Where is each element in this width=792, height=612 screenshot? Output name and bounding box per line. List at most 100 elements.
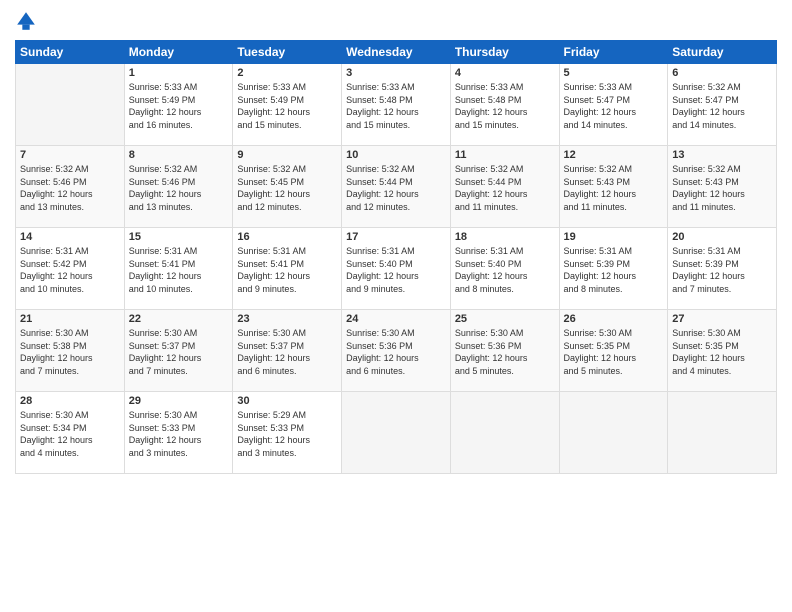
day-number: 21 [20, 313, 120, 325]
day-number: 26 [564, 313, 664, 325]
day-number: 20 [672, 231, 772, 243]
day-info: Sunrise: 5:30 AM Sunset: 5:35 PM Dayligh… [564, 327, 664, 377]
calendar-cell: 5 Sunrise: 5:33 AM Sunset: 5:47 PM Daylig… [559, 64, 668, 146]
day-number: 4 [455, 67, 555, 79]
day-number: 28 [20, 395, 120, 407]
day-number: 3 [346, 67, 446, 79]
calendar-cell: 24 Sunrise: 5:30 AM Sunset: 5:36 PM Dayli… [342, 310, 451, 392]
day-number: 19 [564, 231, 664, 243]
day-info: Sunrise: 5:31 AM Sunset: 5:40 PM Dayligh… [346, 245, 446, 295]
week-row-1: 1 Sunrise: 5:33 AM Sunset: 5:49 PM Daylig… [16, 64, 777, 146]
day-number: 10 [346, 149, 446, 161]
calendar-cell: 20 Sunrise: 5:31 AM Sunset: 5:39 PM Dayli… [668, 228, 777, 310]
day-number: 2 [237, 67, 337, 79]
calendar-cell: 27 Sunrise: 5:30 AM Sunset: 5:35 PM Dayli… [668, 310, 777, 392]
calendar-table: SundayMondayTuesdayWednesdayThursdayFrid… [15, 40, 777, 474]
day-number: 5 [564, 67, 664, 79]
calendar-cell: 2 Sunrise: 5:33 AM Sunset: 5:49 PM Daylig… [233, 64, 342, 146]
calendar-cell [559, 392, 668, 474]
day-number: 16 [237, 231, 337, 243]
calendar-cell: 15 Sunrise: 5:31 AM Sunset: 5:41 PM Dayli… [124, 228, 233, 310]
day-number: 7 [20, 149, 120, 161]
day-info: Sunrise: 5:30 AM Sunset: 5:36 PM Dayligh… [455, 327, 555, 377]
day-info: Sunrise: 5:30 AM Sunset: 5:34 PM Dayligh… [20, 409, 120, 459]
day-header-sunday: Sunday [16, 41, 125, 64]
calendar-cell: 9Sunrise: 5:32 AM Sunset: 5:45 PM Daylig… [233, 146, 342, 228]
day-number: 8 [129, 149, 229, 161]
calendar-cell: 25Sunrise: 5:30 AM Sunset: 5:36 PM Dayli… [450, 310, 559, 392]
calendar-cell: 3 Sunrise: 5:33 AM Sunset: 5:48 PM Daylig… [342, 64, 451, 146]
calendar-cell: 26 Sunrise: 5:30 AM Sunset: 5:35 PM Dayli… [559, 310, 668, 392]
day-number: 11 [455, 149, 555, 161]
day-header-saturday: Saturday [668, 41, 777, 64]
calendar-cell: 16 Sunrise: 5:31 AM Sunset: 5:41 PM Dayli… [233, 228, 342, 310]
day-info: Sunrise: 5:31 AM Sunset: 5:40 PM Dayligh… [455, 245, 555, 295]
calendar-cell: 7 Sunrise: 5:32 AM Sunset: 5:46 PM Daylig… [16, 146, 125, 228]
day-number: 18 [455, 231, 555, 243]
day-number: 27 [672, 313, 772, 325]
day-info: Sunrise: 5:32 AM Sunset: 5:43 PM Dayligh… [672, 163, 772, 213]
day-info: Sunrise: 5:33 AM Sunset: 5:48 PM Dayligh… [455, 81, 555, 131]
calendar-cell: 14 Sunrise: 5:31 AM Sunset: 5:42 PM Dayli… [16, 228, 125, 310]
day-info: Sunrise: 5:30 AM Sunset: 5:38 PM Dayligh… [20, 327, 120, 377]
day-header-wednesday: Wednesday [342, 41, 451, 64]
day-info: Sunrise: 5:32 AM Sunset: 5:46 PM Dayligh… [20, 163, 120, 213]
day-header-friday: Friday [559, 41, 668, 64]
calendar-cell: 28 Sunrise: 5:30 AM Sunset: 5:34 PM Dayli… [16, 392, 125, 474]
logo-icon [15, 10, 37, 32]
day-info: Sunrise: 5:33 AM Sunset: 5:49 PM Dayligh… [237, 81, 337, 131]
day-header-thursday: Thursday [450, 41, 559, 64]
header-row: SundayMondayTuesdayWednesdayThursdayFrid… [16, 41, 777, 64]
day-number: 22 [129, 313, 229, 325]
calendar-cell: 1Sunrise: 5:33 AM Sunset: 5:49 PM Daylig… [124, 64, 233, 146]
calendar-cell: 6Sunrise: 5:32 AM Sunset: 5:47 PM Daylig… [668, 64, 777, 146]
day-info: Sunrise: 5:31 AM Sunset: 5:39 PM Dayligh… [672, 245, 772, 295]
day-info: Sunrise: 5:32 AM Sunset: 5:45 PM Dayligh… [237, 163, 337, 213]
day-number: 13 [672, 149, 772, 161]
day-info: Sunrise: 5:32 AM Sunset: 5:43 PM Dayligh… [564, 163, 664, 213]
calendar-cell: 21 Sunrise: 5:30 AM Sunset: 5:38 PM Dayli… [16, 310, 125, 392]
week-row-5: 28 Sunrise: 5:30 AM Sunset: 5:34 PM Dayli… [16, 392, 777, 474]
week-row-3: 14 Sunrise: 5:31 AM Sunset: 5:42 PM Dayli… [16, 228, 777, 310]
page-header [15, 10, 777, 32]
day-info: Sunrise: 5:30 AM Sunset: 5:37 PM Dayligh… [237, 327, 337, 377]
calendar-cell: 17Sunrise: 5:31 AM Sunset: 5:40 PM Dayli… [342, 228, 451, 310]
logo [15, 10, 39, 32]
day-info: Sunrise: 5:32 AM Sunset: 5:46 PM Dayligh… [129, 163, 229, 213]
day-info: Sunrise: 5:29 AM Sunset: 5:33 PM Dayligh… [237, 409, 337, 459]
day-number: 30 [237, 395, 337, 407]
day-number: 23 [237, 313, 337, 325]
calendar-cell: 13 Sunrise: 5:32 AM Sunset: 5:43 PM Dayli… [668, 146, 777, 228]
day-number: 29 [129, 395, 229, 407]
day-number: 1 [129, 67, 229, 79]
calendar-cell: 4 Sunrise: 5:33 AM Sunset: 5:48 PM Daylig… [450, 64, 559, 146]
day-info: Sunrise: 5:31 AM Sunset: 5:41 PM Dayligh… [129, 245, 229, 295]
calendar-cell: 10Sunrise: 5:32 AM Sunset: 5:44 PM Dayli… [342, 146, 451, 228]
day-info: Sunrise: 5:32 AM Sunset: 5:44 PM Dayligh… [455, 163, 555, 213]
day-number: 24 [346, 313, 446, 325]
day-info: Sunrise: 5:30 AM Sunset: 5:35 PM Dayligh… [672, 327, 772, 377]
day-info: Sunrise: 5:32 AM Sunset: 5:47 PM Dayligh… [672, 81, 772, 131]
day-header-tuesday: Tuesday [233, 41, 342, 64]
day-info: Sunrise: 5:30 AM Sunset: 5:37 PM Dayligh… [129, 327, 229, 377]
day-info: Sunrise: 5:31 AM Sunset: 5:42 PM Dayligh… [20, 245, 120, 295]
calendar-cell [16, 64, 125, 146]
calendar-cell: 23 Sunrise: 5:30 AM Sunset: 5:37 PM Dayli… [233, 310, 342, 392]
calendar-cell: 22 Sunrise: 5:30 AM Sunset: 5:37 PM Dayli… [124, 310, 233, 392]
calendar-cell: 29 Sunrise: 5:30 AM Sunset: 5:33 PM Dayli… [124, 392, 233, 474]
calendar-cell: 11 Sunrise: 5:32 AM Sunset: 5:44 PM Dayli… [450, 146, 559, 228]
day-info: Sunrise: 5:30 AM Sunset: 5:36 PM Dayligh… [346, 327, 446, 377]
day-info: Sunrise: 5:31 AM Sunset: 5:41 PM Dayligh… [237, 245, 337, 295]
day-info: Sunrise: 5:33 AM Sunset: 5:48 PM Dayligh… [346, 81, 446, 131]
calendar-cell [450, 392, 559, 474]
day-number: 15 [129, 231, 229, 243]
day-number: 12 [564, 149, 664, 161]
calendar-cell: 19Sunrise: 5:31 AM Sunset: 5:39 PM Dayli… [559, 228, 668, 310]
day-info: Sunrise: 5:30 AM Sunset: 5:33 PM Dayligh… [129, 409, 229, 459]
calendar-cell [668, 392, 777, 474]
week-row-2: 7 Sunrise: 5:32 AM Sunset: 5:46 PM Daylig… [16, 146, 777, 228]
calendar-cell: 18 Sunrise: 5:31 AM Sunset: 5:40 PM Dayli… [450, 228, 559, 310]
day-number: 14 [20, 231, 120, 243]
day-info: Sunrise: 5:33 AM Sunset: 5:47 PM Dayligh… [564, 81, 664, 131]
calendar-cell: 30 Sunrise: 5:29 AM Sunset: 5:33 PM Dayli… [233, 392, 342, 474]
